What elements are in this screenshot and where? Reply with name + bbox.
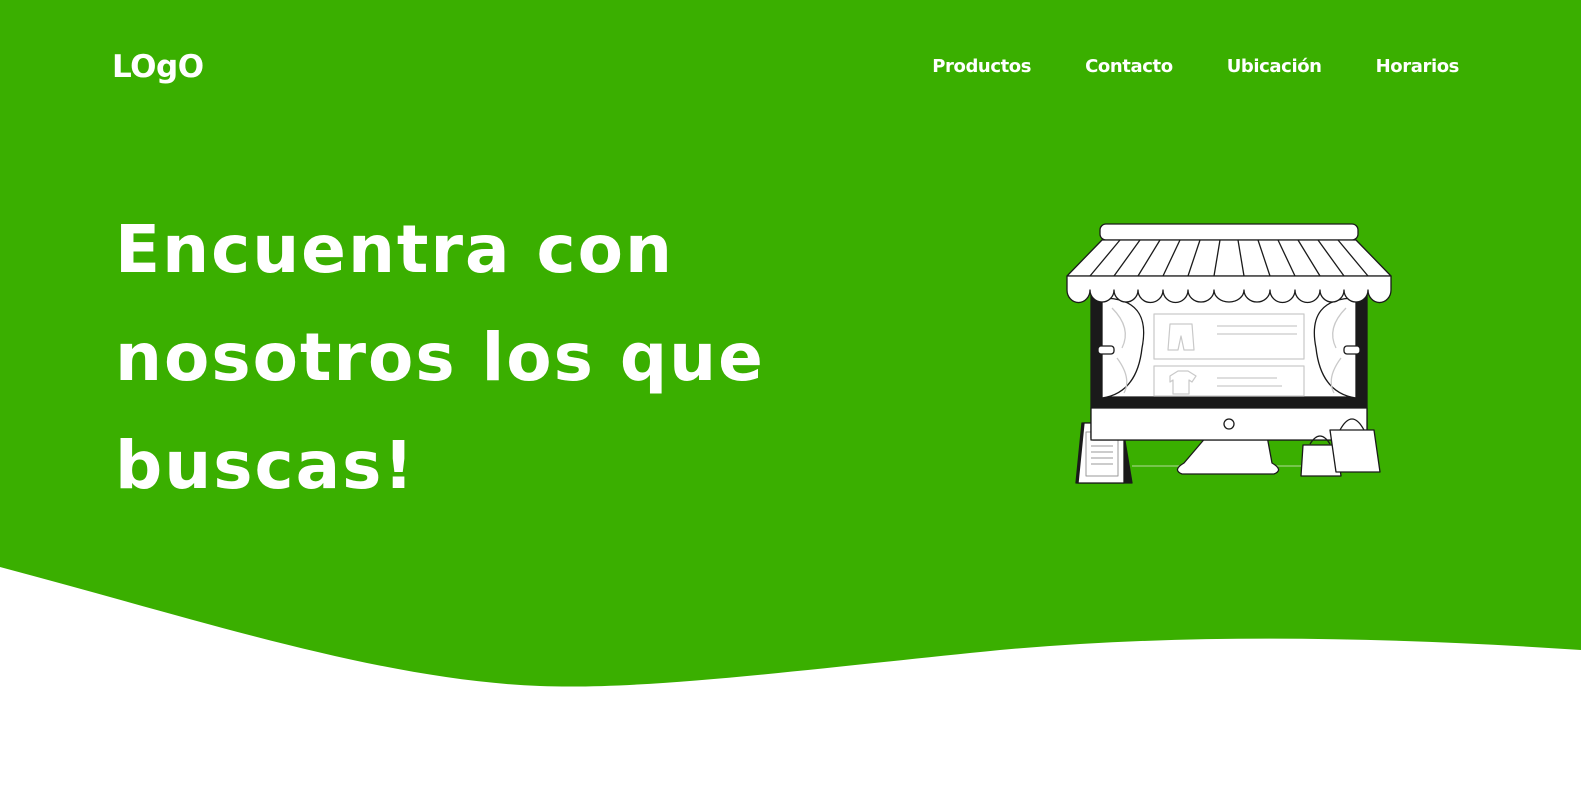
storefront-illustration-icon (1066, 223, 1392, 484)
nav-item-ubicacion[interactable]: Ubicación (1227, 54, 1322, 80)
hero-section: LOgO Productos Contacto Ubicación Horari… (0, 0, 1581, 785)
hero-headline: Encuentra con nosotros los que buscas! (115, 211, 765, 504)
main-nav: Productos Contacto Ubicación Horarios (878, 54, 1459, 80)
nav-item-horarios[interactable]: Horarios (1376, 54, 1460, 80)
nav-item-contacto[interactable]: Contacto (1085, 54, 1173, 80)
nav-item-productos[interactable]: Productos (932, 54, 1031, 80)
logo[interactable]: LOgO (112, 47, 204, 87)
